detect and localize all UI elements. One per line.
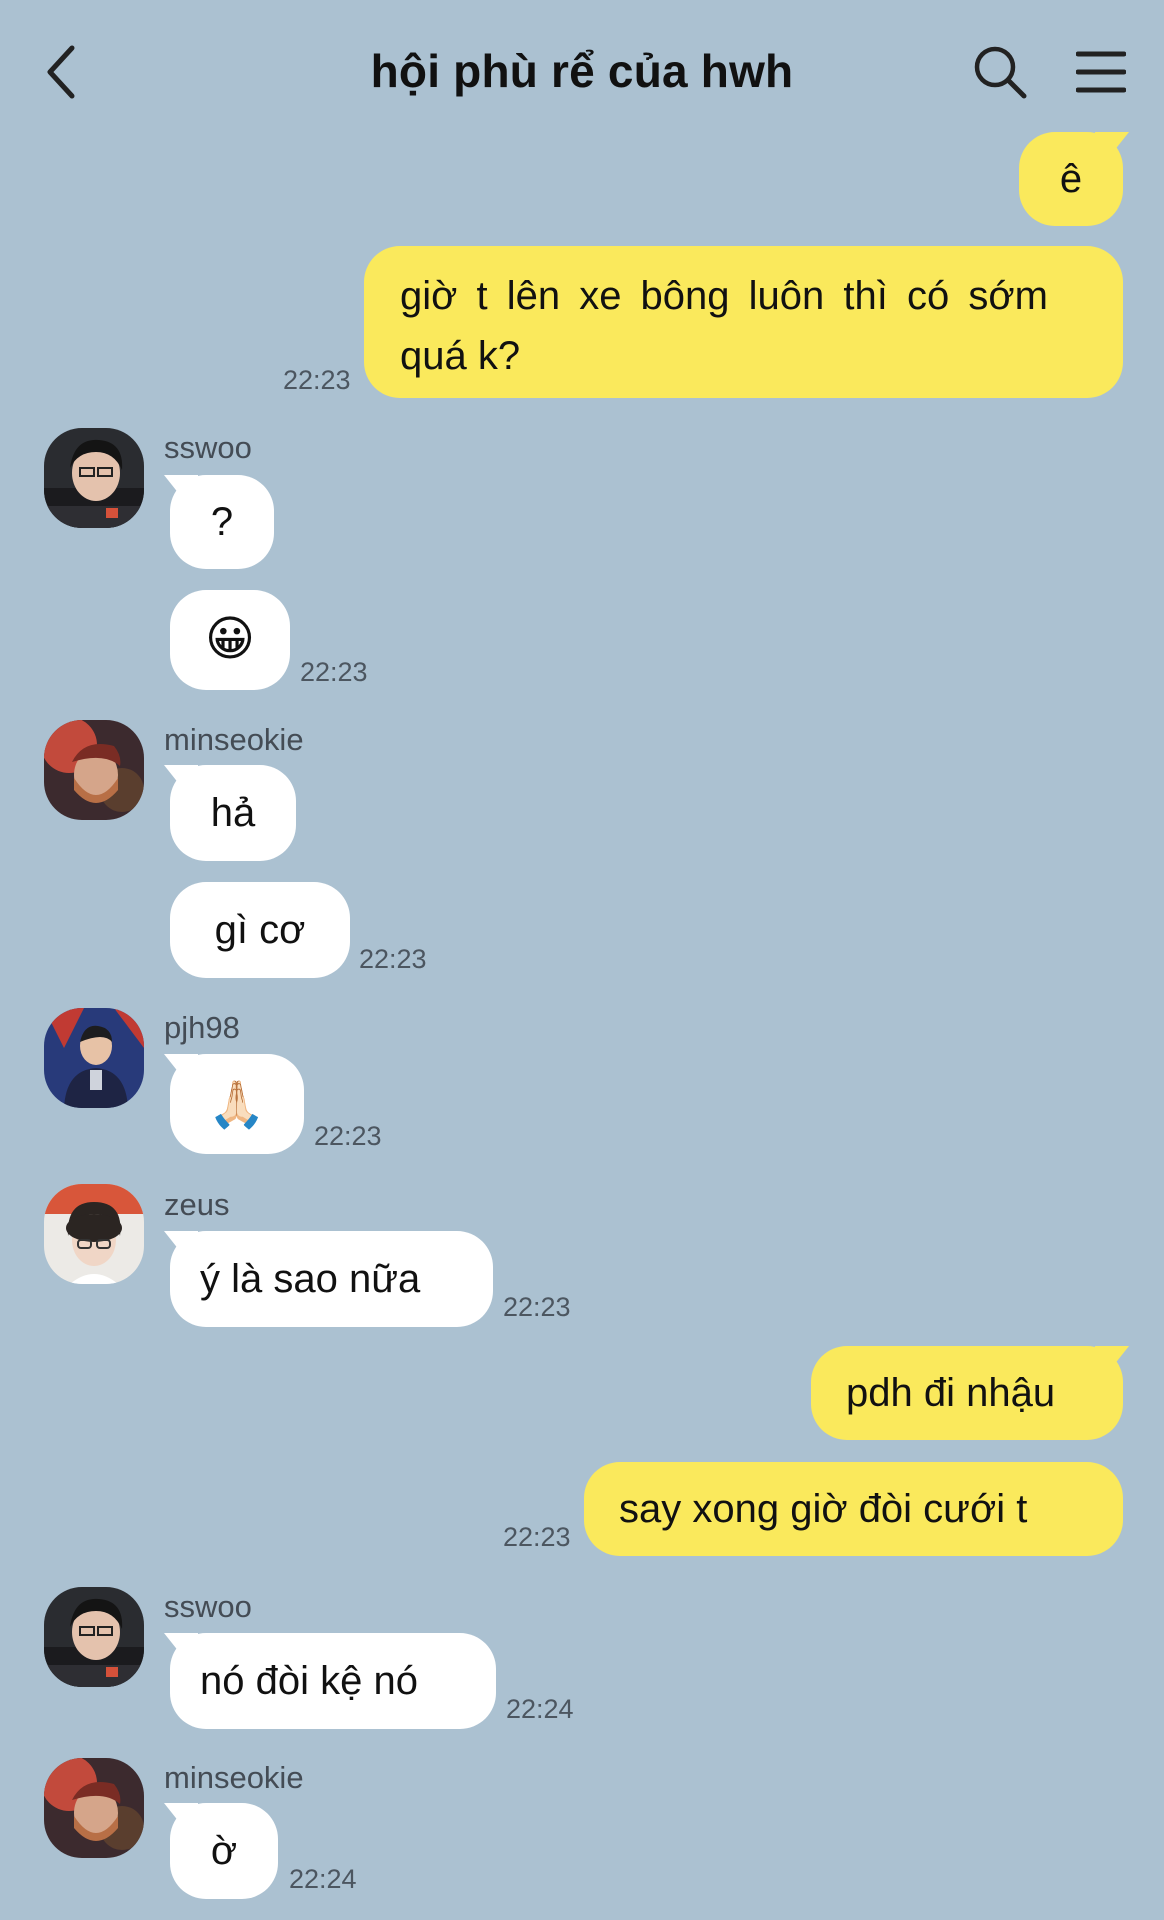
other-message-bubble[interactable]: nó đòi kệ nó <box>170 1633 496 1729</box>
message-text: ê <box>1059 157 1083 201</box>
avatar-sswoo[interactable] <box>44 1587 144 1687</box>
search-icon <box>974 46 1027 99</box>
message-text-line: giờ t lên xe bông luôn thì có sớm <box>400 274 1048 318</box>
other-message-bubble[interactable]: 😀 <box>170 590 290 690</box>
menu-button[interactable] <box>1075 50 1127 96</box>
avatar-pjh98[interactable] <box>44 1008 144 1108</box>
message-time: 22:23 <box>503 1522 571 1552</box>
other-message-bubble[interactable]: hả <box>170 765 296 861</box>
message-text: ý là sao nữa <box>200 1257 421 1301</box>
avatar-zeus[interactable] <box>44 1184 144 1284</box>
avatar-sswoo[interactable] <box>44 428 144 528</box>
message-text: gì cơ <box>214 908 306 952</box>
message-text: nó đòi kệ nó <box>200 1659 418 1703</box>
message-time: 22:23 <box>300 657 368 687</box>
other-message-bubble[interactable]: ? <box>170 475 274 569</box>
message-time: 22:23 <box>503 1292 571 1322</box>
other-message-bubble[interactable]: ờ <box>170 1803 278 1899</box>
other-message-bubble[interactable]: ý là sao nữa <box>170 1231 493 1327</box>
other-message-bubble[interactable]: gì cơ <box>170 882 350 978</box>
avatar-minseokie[interactable] <box>44 1758 144 1858</box>
message-text: ? <box>210 500 234 544</box>
my-message-bubble[interactable]: say xong giờ đòi cưới t <box>584 1462 1123 1556</box>
other-message-bubble[interactable]: 🙏🏻 <box>170 1054 304 1154</box>
emoji-grinning: 😀 <box>204 613 256 666</box>
message-time: 22:24 <box>506 1694 574 1724</box>
search-button[interactable] <box>972 44 1028 100</box>
my-message-bubble[interactable]: ê <box>1019 132 1123 226</box>
my-message-bubble[interactable]: giờ t lên xe bông luôn thì có sớm quá k? <box>364 246 1123 398</box>
message-text: say xong giờ đòi cưới t <box>619 1487 1028 1531</box>
sender-name: minseokie <box>164 722 304 757</box>
hamburger-menu-icon <box>1075 51 1127 93</box>
my-message-bubble[interactable]: pdh đi nhậu <box>811 1346 1123 1440</box>
message-text-line: quá k? <box>400 334 521 378</box>
message-time: 22:23 <box>314 1121 382 1151</box>
message-time: 22:23 <box>359 944 427 974</box>
sender-name: sswoo <box>164 430 252 465</box>
avatar-minseokie[interactable] <box>44 720 144 820</box>
message-text: hả <box>210 791 256 835</box>
emoji-folded-hands: 🙏🏻 <box>208 1078 266 1130</box>
message-text: pdh đi nhậu <box>846 1371 1056 1415</box>
chat-header: hội phù rể của hwh <box>0 0 1164 145</box>
sender-name: minseokie <box>164 1760 304 1795</box>
message-time: 22:24 <box>289 1864 357 1894</box>
message-time: 22:23 <box>283 365 351 395</box>
sender-name: sswoo <box>164 1589 252 1624</box>
sender-name: zeus <box>164 1187 230 1222</box>
sender-name: pjh98 <box>164 1010 240 1045</box>
message-text: ờ <box>210 1829 238 1873</box>
